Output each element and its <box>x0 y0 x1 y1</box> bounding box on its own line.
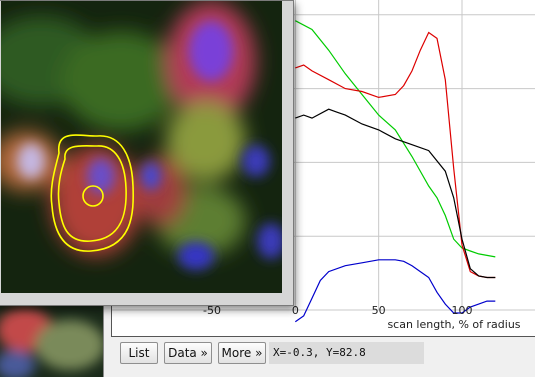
list-button[interactable]: List <box>120 342 158 364</box>
image-window <box>0 0 294 306</box>
fluorescence-image[interactable] <box>1 1 282 293</box>
plot-toolbar: List Data » More » X=-0.3, Y=82.8 <box>104 337 535 377</box>
cell-image-canvas <box>1 1 282 293</box>
series-line-2 <box>295 31 496 279</box>
x-tick-label: 50 <box>372 304 386 317</box>
coordinate-readout: X=-0.3, Y=82.8 <box>269 342 424 364</box>
more-button[interactable]: More » <box>218 342 266 364</box>
x-tick-label: 100 <box>452 304 473 317</box>
x-axis-label: scan length, % of radius <box>387 318 520 331</box>
series-line-3 <box>295 108 496 279</box>
data-button[interactable]: Data » <box>164 342 212 364</box>
series-layer <box>294 20 496 323</box>
